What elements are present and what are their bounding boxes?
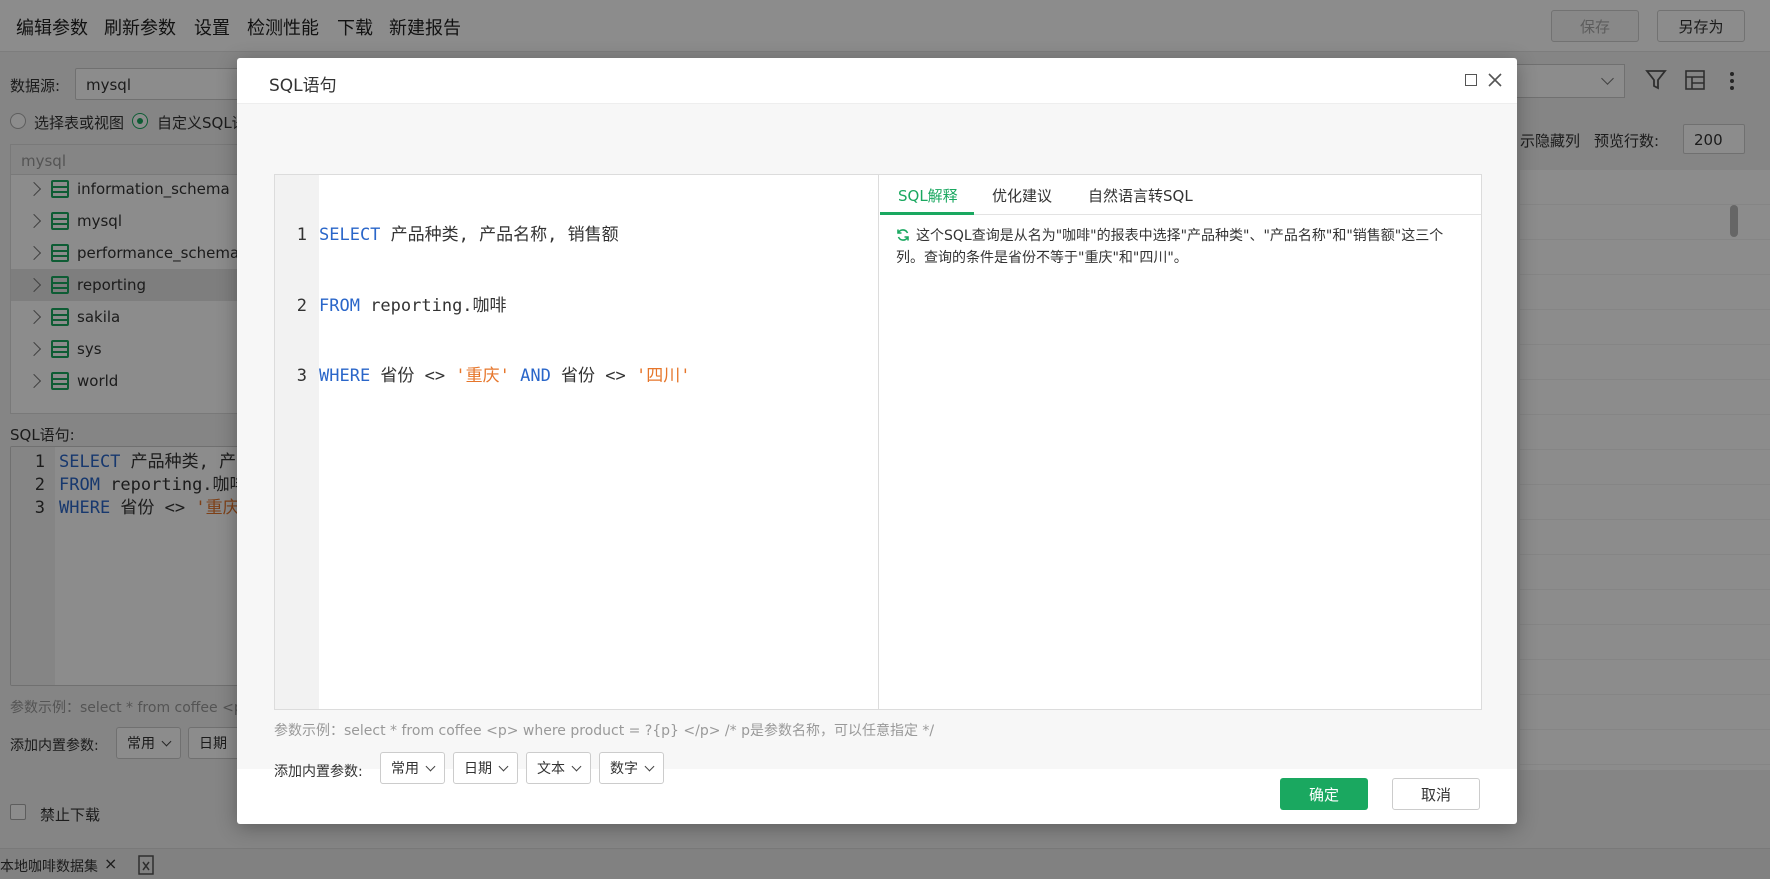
chevron-down-icon	[425, 761, 436, 771]
chevron-down-icon	[644, 761, 655, 771]
active-tab-indicator	[880, 212, 974, 215]
code-line-1: 1 SELECT 产品种类, 产品名称, 销售额	[275, 224, 690, 248]
close-icon[interactable]	[1487, 72, 1503, 88]
chevron-down-icon	[571, 761, 582, 771]
sql-keyword: FROM	[319, 295, 360, 316]
sql-text: reporting.咖啡	[359, 295, 507, 316]
sql-dialog: SQL语句 1 SELECT 产品种类, 产品名称, 销售额 2 FROM repo…	[237, 58, 1517, 824]
param-example: 参数示例：select * from coffee <p> where prod…	[274, 723, 935, 739]
maximize-icon[interactable]	[1465, 74, 1477, 86]
sql-keyword: WHERE	[319, 366, 371, 386]
sql-analysis-pane: SQL解释 优化建议 自然语言转SQL 这个SQL查询是从名为"咖啡"的报表中选…	[880, 175, 1481, 709]
code-line-3: 3 WHERE 省份 <> '重庆' AND 省份 <> '四川'	[275, 365, 691, 389]
refresh-icon[interactable]	[896, 228, 910, 242]
line-number: 1	[296, 225, 307, 245]
dropdown-label: 日期	[464, 761, 492, 777]
tab-optimization[interactable]: 优化建议	[992, 185, 1052, 206]
sql-string: '四川'	[636, 366, 691, 386]
line-number: 3	[296, 366, 307, 386]
explanation-text-block: 这个SQL查询是从名为"咖啡"的报表中选择"产品种类"、"产品名称"和"销售额"…	[896, 225, 1466, 269]
explanation-text: 这个SQL查询是从名为"咖啡"的报表中选择"产品种类"、"产品名称"和"销售额"…	[896, 228, 1444, 266]
sql-editor-panel: 1 SELECT 产品种类, 产品名称, 销售额 2 FROM reporting.…	[274, 174, 1482, 710]
dropdown-date[interactable]: 日期	[453, 752, 518, 784]
sql-string: '重庆'	[455, 366, 510, 386]
sql-text: 产品种类, 产品名称, 销售额	[380, 225, 619, 245]
tab-nl-to-sql[interactable]: 自然语言转SQL	[1088, 185, 1193, 206]
dropdown-number[interactable]: 数字	[599, 752, 664, 784]
dialog-body: 1 SELECT 产品种类, 产品名称, 销售额 2 FROM reporting.…	[237, 104, 1517, 784]
tab-sql-explain[interactable]: SQL解释	[898, 185, 958, 206]
dropdown-common[interactable]: 常用	[380, 752, 445, 784]
dropdown-text[interactable]: 文本	[526, 752, 591, 784]
builtin-params-label: 添加内置参数:	[274, 764, 363, 780]
code-line-2: 2 FROM reporting.咖啡	[275, 295, 690, 319]
cancel-button[interactable]: 取消	[1392, 778, 1480, 810]
dropdown-label: 文本	[537, 761, 565, 777]
dropdown-label: 常用	[391, 761, 419, 777]
dialog-header: SQL语句	[237, 58, 1517, 104]
analysis-tabs: SQL解释 优化建议 自然语言转SQL	[880, 175, 1481, 215]
ok-button[interactable]: 确定	[1280, 778, 1368, 810]
sql-code-editor[interactable]: 1 SELECT 产品种类, 产品名称, 销售额 2 FROM reporting.…	[275, 175, 879, 709]
sql-text: 省份 <>	[550, 366, 636, 386]
chevron-down-icon	[498, 761, 509, 771]
dialog-title: SQL语句	[269, 76, 337, 96]
sql-text: 省份 <>	[370, 366, 456, 386]
line-number: 2	[296, 295, 307, 316]
sql-keyword: AND	[509, 366, 551, 386]
sql-keyword: SELECT	[319, 225, 381, 245]
dropdown-label: 数字	[610, 761, 638, 777]
